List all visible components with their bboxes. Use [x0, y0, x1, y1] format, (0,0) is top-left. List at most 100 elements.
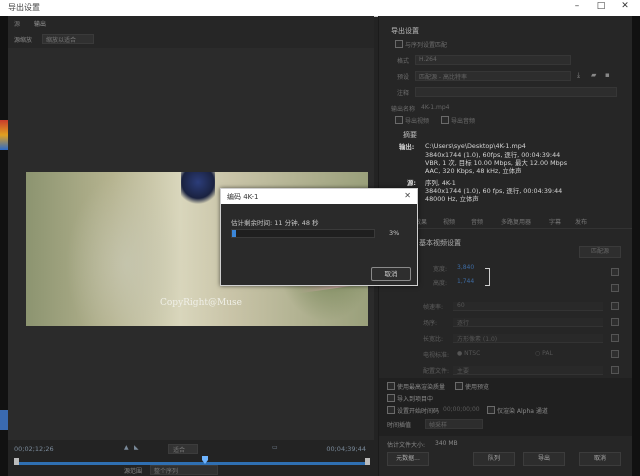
- preset-value: 匹配源 - 高比特率: [419, 74, 467, 81]
- match-sequence-checkbox[interactable]: [395, 40, 403, 48]
- color-strip: [0, 410, 8, 430]
- framerate-value: 60: [457, 302, 465, 309]
- watermark-text: CopyRight@Muse: [160, 298, 242, 308]
- tab-output[interactable]: 输出: [34, 19, 46, 28]
- export-audio-label: 导出音频: [451, 118, 476, 125]
- profile-checkbox[interactable]: [611, 366, 619, 374]
- color-strip: [0, 120, 8, 150]
- aspect-checkbox[interactable]: [611, 334, 619, 342]
- export-button[interactable]: 导出: [523, 452, 565, 466]
- output-name-row: 输出名称 4K-1.mp4: [379, 102, 633, 114]
- cancel-button[interactable]: 取消: [579, 452, 621, 466]
- metadata-button[interactable]: 元数据...: [387, 452, 429, 466]
- format-dropdown[interactable]: H.264: [415, 55, 571, 65]
- scale-dropdown[interactable]: 缩放以适合: [42, 34, 94, 44]
- summary-output-line: C:\Users\sye\Desktop\4K-1.mp4: [425, 142, 526, 150]
- format-row: 格式 H.264: [379, 54, 633, 66]
- timecode-current[interactable]: 00;02;12;26: [14, 445, 54, 453]
- dialog-cancel-button[interactable]: 取消: [371, 267, 411, 281]
- save-preset-icon[interactable]: ⤓: [577, 71, 580, 80]
- time-remaining: 估计剩余时间: 11 分钟, 48 秒: [231, 219, 319, 227]
- tab-video[interactable]: 视频: [443, 217, 455, 226]
- start-tc-value[interactable]: 00;00;00;00: [443, 406, 480, 413]
- render-alpha-label: 仅渲染 Alpha 通道: [497, 408, 548, 415]
- summary-source-label: 源:: [407, 179, 416, 187]
- export-video-checkbox[interactable]: [395, 116, 403, 124]
- pal-radio[interactable]: ○ PAL: [535, 350, 553, 357]
- maximize-icon[interactable]: □: [592, 1, 610, 11]
- close-icon[interactable]: ✕: [616, 1, 634, 11]
- field-order-dropdown[interactable]: 逐行: [453, 318, 603, 327]
- tab-captions[interactable]: 字幕: [549, 217, 561, 226]
- export-audio-checkbox[interactable]: [441, 116, 449, 124]
- dialog-close-icon[interactable]: ✕: [404, 191, 411, 200]
- field-order-checkbox[interactable]: [611, 318, 619, 326]
- range-value: 整个序列: [154, 468, 179, 475]
- minimize-icon[interactable]: –: [568, 1, 586, 11]
- video-settings-heading: 基本视频设置: [419, 239, 461, 247]
- output-name-link[interactable]: 4K-1.mp4: [421, 104, 449, 111]
- range-label: 源范围: [124, 468, 143, 475]
- render-alpha-checkbox[interactable]: [487, 406, 495, 414]
- fit-dropdown[interactable]: 适合: [168, 444, 198, 454]
- summary-heading: 摘要: [403, 131, 417, 139]
- profile-label: 配置文件:: [423, 368, 450, 375]
- dialog-title-bar: 编码 4K-1 ✕: [221, 189, 417, 204]
- max-render-checkbox[interactable]: [387, 382, 395, 390]
- delete-preset-icon[interactable]: ▪: [605, 71, 610, 79]
- file-size-label: 估计文件大小:: [387, 442, 426, 449]
- output-name-label: 输出名称: [391, 106, 416, 113]
- format-label: 格式: [397, 58, 410, 65]
- height-label: 高度:: [433, 280, 448, 287]
- mark-in-icon[interactable]: ▲: [124, 444, 129, 451]
- import-preset-icon[interactable]: ▰: [591, 71, 596, 79]
- start-tc-checkbox[interactable]: [387, 406, 395, 414]
- tab-publish[interactable]: 发布: [575, 217, 587, 226]
- match-source-button[interactable]: 匹配源: [579, 246, 621, 258]
- width-label: 宽度:: [433, 266, 448, 273]
- summary-output-label: 输出:: [399, 143, 415, 151]
- right-edge-strip: [632, 16, 640, 476]
- fit-value: 适合: [173, 447, 186, 454]
- time-interp-value: 帧采样: [429, 422, 448, 429]
- pal-label: PAL: [542, 350, 553, 357]
- progress-fill: [232, 230, 236, 237]
- tab-source[interactable]: 源: [14, 19, 20, 28]
- aspect-icon[interactable]: ▭: [272, 444, 278, 451]
- width-checkbox[interactable]: [611, 268, 619, 276]
- tab-audio[interactable]: 音频: [471, 217, 483, 226]
- match-sequence-label: 与序列设置匹配: [405, 42, 448, 49]
- framerate-dropdown[interactable]: 60: [453, 302, 603, 311]
- mark-out-icon[interactable]: ◣: [134, 444, 139, 451]
- height-checkbox[interactable]: [611, 284, 619, 292]
- use-preview-label: 使用预览: [465, 384, 490, 391]
- profile-dropdown[interactable]: 主要: [453, 366, 603, 375]
- tab-multiplexer[interactable]: 多路复用器: [501, 217, 531, 226]
- import-project-checkbox[interactable]: [387, 394, 395, 402]
- window-title: 导出设置: [8, 3, 40, 12]
- time-interp-dropdown[interactable]: 帧采样: [425, 419, 483, 429]
- height-value[interactable]: 1,744: [457, 278, 474, 285]
- ntsc-radio[interactable]: ● NTSC: [457, 350, 480, 357]
- framerate-checkbox[interactable]: [611, 302, 619, 310]
- profile-value: 主要: [457, 368, 470, 375]
- tv-standard-label: 电视标准:: [423, 352, 450, 359]
- comment-input[interactable]: [415, 87, 617, 97]
- queue-button[interactable]: 队列: [473, 452, 515, 466]
- link-bracket-icon[interactable]: [485, 268, 490, 286]
- tv-standard-checkbox[interactable]: [611, 350, 619, 358]
- title-bar: 导出设置 – □ ✕: [0, 0, 640, 17]
- max-render-label: 使用最高渲染质量: [397, 384, 446, 391]
- width-value[interactable]: 3,840: [457, 264, 474, 271]
- format-value: H.264: [419, 56, 437, 63]
- dialog-title: 编码 4K-1: [227, 193, 259, 201]
- use-preview-checkbox[interactable]: [455, 382, 463, 390]
- range-dropdown[interactable]: 整个序列: [150, 465, 218, 475]
- progress-bar: [231, 229, 375, 238]
- scale-dropdown-value: 缩放以适合: [46, 37, 77, 44]
- export-video-label: 导出视频: [405, 118, 430, 125]
- preset-dropdown[interactable]: 匹配源 - 高比特率: [415, 71, 571, 81]
- time-interp-label: 时间插值: [387, 422, 412, 429]
- file-size-value: 340 MB: [435, 440, 458, 447]
- aspect-dropdown[interactable]: 方形像素 (1.0): [453, 334, 603, 343]
